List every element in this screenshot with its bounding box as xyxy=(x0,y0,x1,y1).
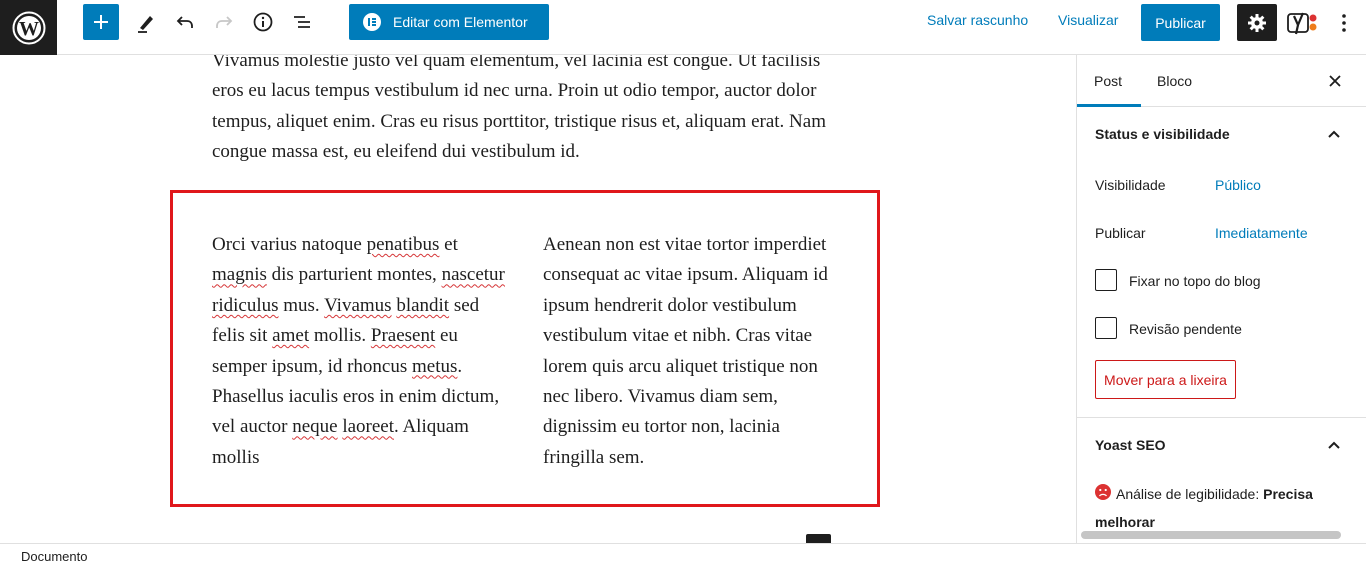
misspelled-word[interactable]: Vivamus xyxy=(324,295,391,316)
publish-button[interactable]: Publicar xyxy=(1141,4,1220,41)
misspelled-word[interactable]: amet xyxy=(272,325,309,346)
misspelled-word[interactable]: ridiculus xyxy=(212,295,279,316)
close-icon xyxy=(1329,75,1341,87)
editor-toolbar: W Editar com Elementor Salvar rascunho V… xyxy=(0,0,1366,55)
chevron-up-icon xyxy=(1323,434,1345,456)
misspelled-word[interactable]: blandit xyxy=(396,295,449,316)
misspelled-word[interactable]: metus xyxy=(412,356,457,377)
more-vertical-icon xyxy=(1342,14,1346,32)
add-block-button[interactable] xyxy=(83,4,119,40)
move-to-trash-button[interactable]: Mover para a lixeira xyxy=(1095,360,1236,399)
tab-block[interactable]: Bloco xyxy=(1157,73,1192,89)
breadcrumb-document[interactable]: Documento xyxy=(21,549,87,562)
save-draft-button[interactable]: Salvar rascunho xyxy=(927,12,1028,28)
misspelled-word[interactable]: Praesent xyxy=(371,325,435,346)
more-options-button[interactable] xyxy=(1332,8,1356,38)
details-button[interactable] xyxy=(245,4,281,40)
misspelled-word[interactable]: nascetur xyxy=(442,264,505,285)
pending-review-checkbox[interactable] xyxy=(1095,317,1117,339)
misspelled-word[interactable]: neque xyxy=(292,416,337,437)
readability-analysis[interactable]: Análise de legibilidade: Precisa melhora… xyxy=(1095,480,1355,536)
outline-button[interactable] xyxy=(284,4,320,40)
misspelled-word[interactable]: laoreet xyxy=(342,416,394,437)
misspelled-word[interactable]: magnis xyxy=(212,264,267,285)
editor-canvas: Vivamus molestie justo vel quam elementu… xyxy=(0,55,1060,543)
readability-label: Análise de legibilidade: xyxy=(1116,486,1264,502)
column-right-paragraph[interactable]: Aenean non est vitae tortor imperdiet co… xyxy=(543,230,843,473)
edit-with-elementor-button[interactable]: Editar com Elementor xyxy=(349,4,549,40)
elementor-icon xyxy=(363,13,381,31)
yoast-panel-header[interactable]: Yoast SEO xyxy=(1077,418,1366,470)
publish-date-toggle[interactable]: Imediatamente xyxy=(1215,225,1308,241)
chevron-up-icon xyxy=(1323,123,1345,145)
sidebar-tabs: Post Bloco xyxy=(1077,55,1366,107)
list-view-icon xyxy=(294,16,310,28)
block-breadcrumb-bar: Documento xyxy=(0,543,1366,562)
tools-button[interactable] xyxy=(128,4,164,40)
undo-icon xyxy=(176,16,193,28)
redo-icon xyxy=(216,16,233,28)
sidebar-scrollbar[interactable] xyxy=(1081,531,1341,539)
pending-review-label: Revisão pendente xyxy=(1129,321,1242,337)
visibility-toggle[interactable]: Público xyxy=(1215,177,1261,193)
status-panel-title: Status e visibilidade xyxy=(1095,126,1230,142)
gear-icon xyxy=(1248,13,1266,32)
info-icon xyxy=(253,12,273,32)
settings-sidebar: Post Bloco Status e visibilidade Visibil… xyxy=(1076,55,1366,543)
text-span: Orci varius natoque xyxy=(212,234,367,255)
preview-button[interactable]: Visualizar xyxy=(1058,12,1118,28)
yoast-seo-button[interactable] xyxy=(1285,8,1321,38)
sticky-label: Fixar no topo do blog xyxy=(1129,273,1261,289)
paragraph-block[interactable]: Vivamus molestie justo vel quam elementu… xyxy=(212,55,852,168)
yoast-icon xyxy=(1287,12,1317,35)
tab-post[interactable]: Post xyxy=(1094,73,1122,89)
settings-button[interactable] xyxy=(1237,4,1277,41)
column-left-paragraph[interactable]: Orci varius natoque penatibus et magnis … xyxy=(212,230,512,473)
text-span: mollis. xyxy=(309,325,371,347)
text-span: dis parturient montes, xyxy=(266,264,442,286)
wordpress-icon: W xyxy=(12,11,45,44)
publish-label: Publicar xyxy=(1095,225,1146,241)
pencil-icon xyxy=(138,16,153,33)
close-sidebar-button[interactable] xyxy=(1325,69,1345,93)
redo-button[interactable] xyxy=(206,4,242,40)
sticky-checkbox[interactable] xyxy=(1095,269,1117,291)
edit-with-elementor-label: Editar com Elementor xyxy=(393,14,528,30)
svg-text:W: W xyxy=(19,18,39,40)
text-span: et xyxy=(439,234,458,255)
status-panel-header[interactable]: Status e visibilidade xyxy=(1077,107,1366,159)
block-inserter-button[interactable] xyxy=(806,534,831,543)
undo-button[interactable] xyxy=(167,4,203,40)
text-span: mus. xyxy=(278,294,325,316)
misspelled-word[interactable]: penatibus xyxy=(367,234,440,255)
wordpress-logo[interactable]: W xyxy=(0,0,57,55)
columns-block[interactable]: Orci varius natoque penatibus et magnis … xyxy=(170,190,880,507)
visibility-label: Visibilidade xyxy=(1095,177,1166,193)
plus-icon xyxy=(94,15,108,29)
yoast-panel-title: Yoast SEO xyxy=(1095,437,1166,453)
